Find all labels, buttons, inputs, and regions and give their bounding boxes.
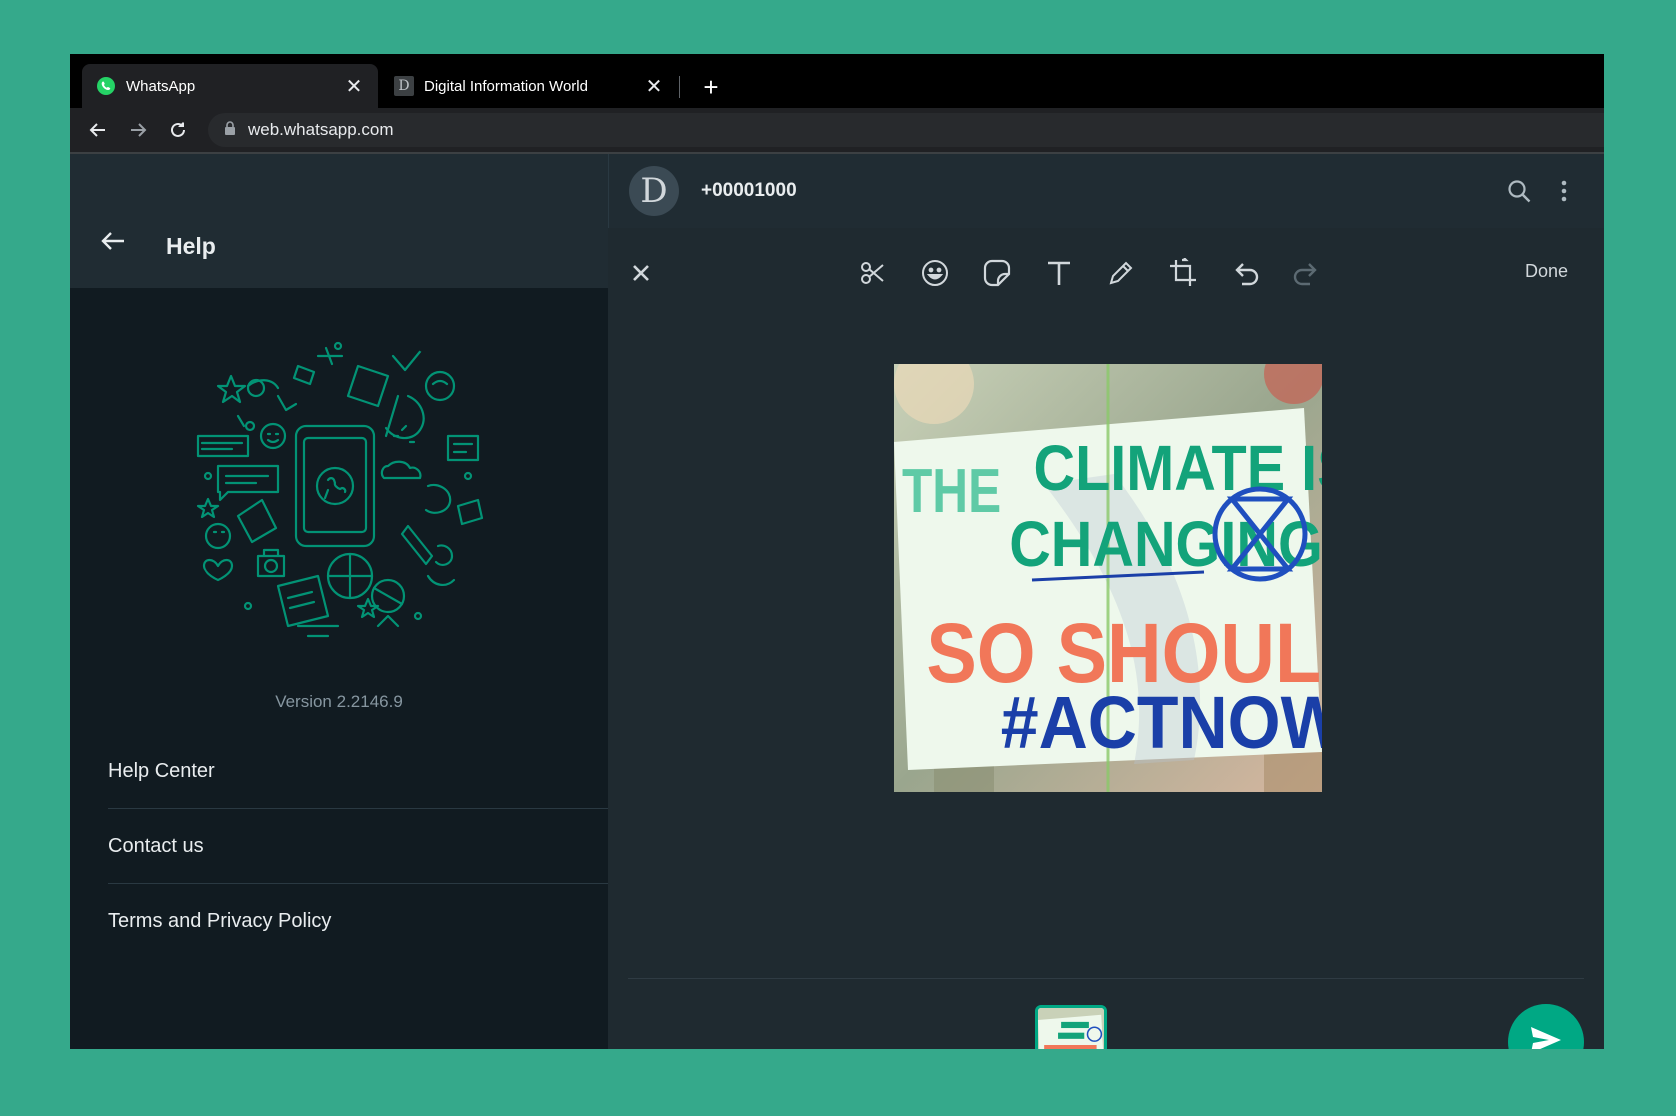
back-arrow-icon[interactable]: [78, 112, 118, 148]
media-editor-pane: D +00001000 Done THE CLIMATE I CHANGING …: [608, 154, 1604, 1049]
preview-divider: [628, 978, 1584, 979]
send-button[interactable]: [1508, 1004, 1584, 1049]
browser-window: WhatsApp ✕ D Digital Information World ✕…: [70, 54, 1604, 1049]
crop-rotate-icon[interactable]: [1166, 256, 1200, 290]
lock-icon: [224, 120, 236, 140]
text-icon[interactable]: [1042, 256, 1076, 290]
sign-text-the: THE: [902, 456, 1001, 526]
redo-icon: [1290, 256, 1324, 290]
media-thumbnail[interactable]: [1035, 1005, 1107, 1049]
image-preview: THE CLIMATE IS CHANGING SO SHOULD WE! #A…: [894, 364, 1322, 792]
help-header: Help: [70, 154, 608, 288]
page-title: Help: [166, 233, 216, 259]
tab-title: WhatsApp: [126, 77, 196, 95]
done-button[interactable]: Done: [1525, 261, 1568, 282]
close-tab-icon[interactable]: ✕: [644, 74, 664, 99]
scissors-icon[interactable]: [856, 256, 890, 290]
contact-name[interactable]: +00001000: [701, 180, 797, 202]
close-icon[interactable]: [624, 256, 658, 290]
browser-toolbar: web.whatsapp.com: [70, 108, 1604, 152]
send-icon: [1529, 1025, 1563, 1049]
avatar[interactable]: D: [629, 166, 679, 216]
back-arrow-icon[interactable]: [100, 230, 126, 257]
contact-us-link[interactable]: Contact us: [108, 809, 608, 884]
close-tab-icon[interactable]: ✕: [344, 74, 364, 99]
help-panel: Help Version 2.2146.9 Help Center Contac…: [70, 154, 608, 1049]
chat-header: D +00001000: [608, 154, 1604, 228]
whatsapp-doodle-illustration: [196, 341, 484, 638]
help-center-link[interactable]: Help Center: [108, 734, 608, 809]
version-text: Version 2.2146.9: [275, 692, 403, 711]
terms-privacy-link[interactable]: Terms and Privacy Policy: [108, 884, 608, 959]
sticker-icon[interactable]: [980, 256, 1014, 290]
tab-separator: [679, 76, 680, 98]
tab-bar: WhatsApp ✕ D Digital Information World ✕…: [70, 54, 1604, 108]
emoji-icon[interactable]: [918, 256, 952, 290]
tab-title: Digital Information World: [424, 77, 588, 95]
undo-icon[interactable]: [1228, 256, 1262, 290]
pencil-icon[interactable]: [1104, 256, 1138, 290]
menu-dots-icon[interactable]: [1560, 178, 1568, 209]
sign-text-actnow: #ACTNOW: [1001, 682, 1322, 764]
d-favicon: D: [394, 76, 414, 96]
search-icon[interactable]: [1506, 178, 1532, 209]
whatsapp-icon: [96, 76, 116, 96]
tab-whatsapp[interactable]: WhatsApp ✕: [82, 64, 378, 108]
editor-toolbar: Done: [608, 228, 1604, 318]
help-menu: Help Center Contact us Terms and Privacy…: [108, 734, 608, 959]
new-tab-icon[interactable]: +: [694, 70, 728, 104]
url-text: web.whatsapp.com: [248, 120, 394, 139]
tab-digital-information-world[interactable]: D Digital Information World ✕: [380, 64, 678, 108]
reload-icon[interactable]: [158, 112, 198, 148]
forward-arrow-icon[interactable]: [118, 112, 158, 148]
address-bar[interactable]: web.whatsapp.com: [208, 113, 1604, 147]
